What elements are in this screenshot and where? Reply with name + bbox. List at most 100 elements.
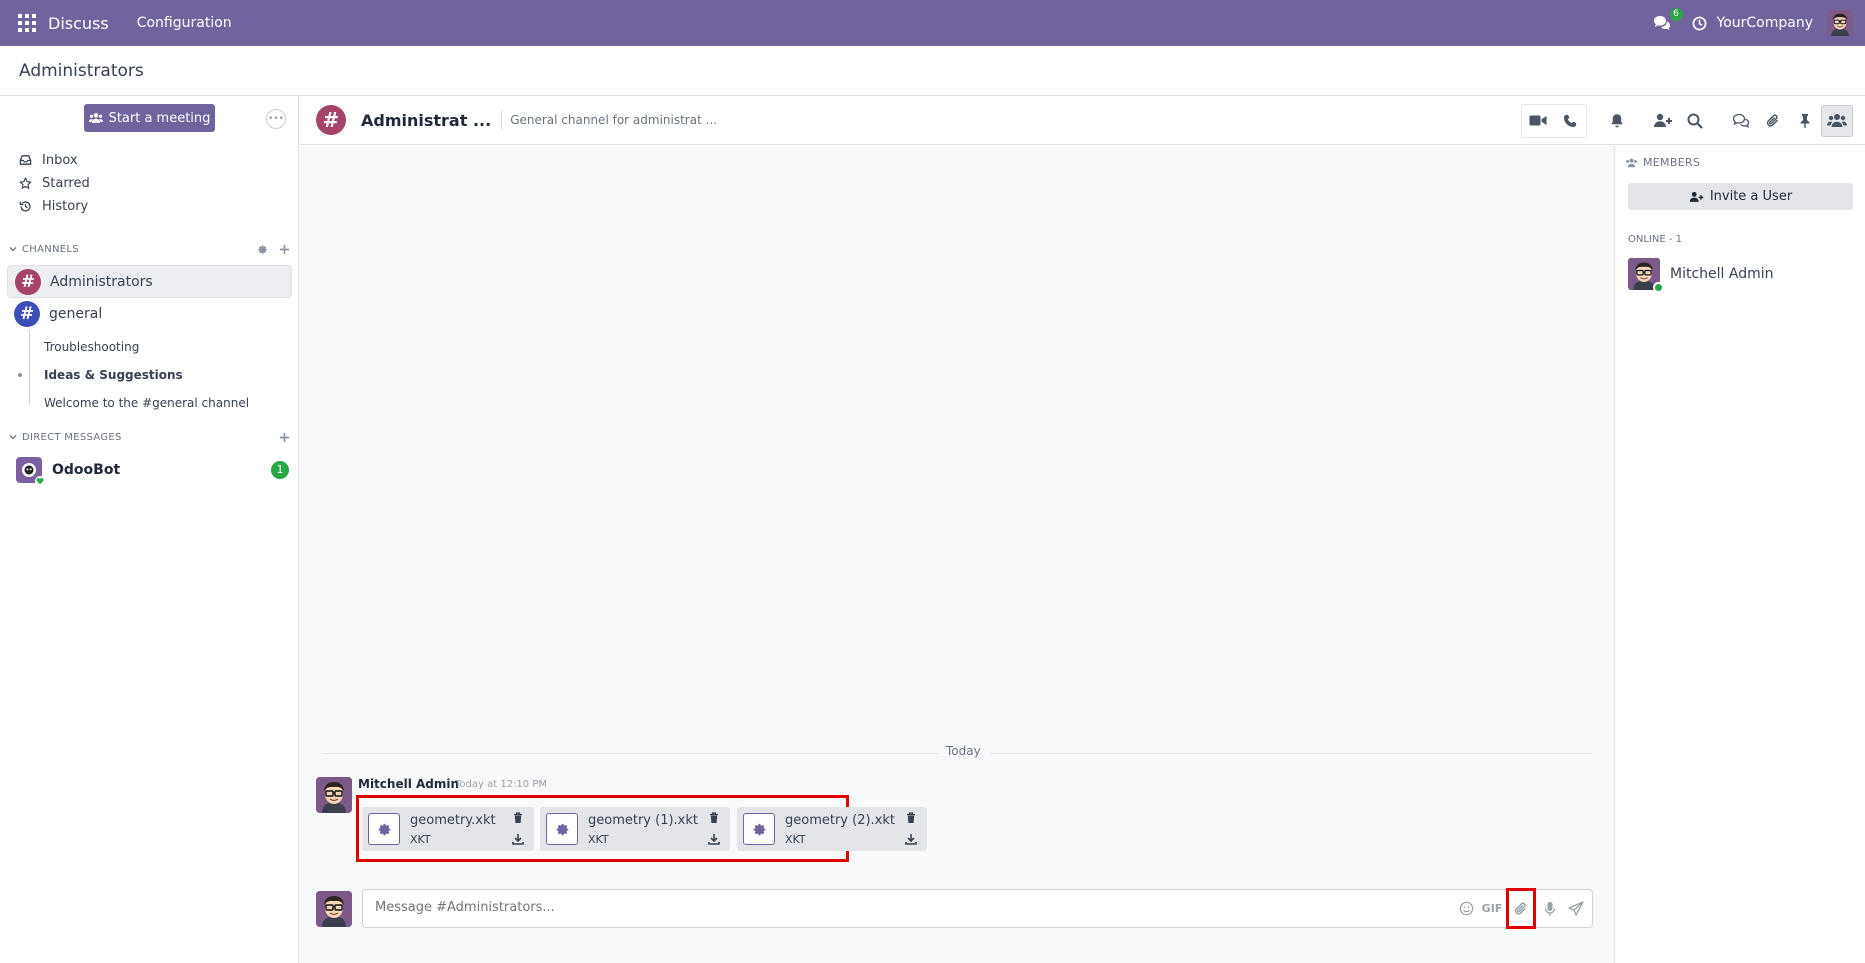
attachment-card[interactable]: geometry (2).xkt XKT [737, 807, 927, 851]
message-date: Today at 12:10 PM [455, 779, 547, 790]
odoobot-avatar [16, 456, 45, 486]
composer-avatar [316, 891, 352, 927]
thread-header: # Administrat ... General channel for ad… [300, 96, 1865, 145]
attachment-name: geometry.xkt [410, 813, 496, 828]
delete-trash-icon[interactable] [511, 811, 525, 825]
mailbox-starred[interactable]: Starred [18, 172, 90, 194]
users-icon [1626, 158, 1637, 167]
chat-bubbles-icon [1653, 16, 1670, 30]
member-panel: MEMBERS Invite a User ONLINE - 1 Mitchel… [1614, 146, 1865, 963]
attachment-card[interactable]: geometry (1).xkt XKT [540, 807, 730, 851]
channels-category[interactable]: CHANNELS [8, 240, 291, 258]
messaging-menu[interactable]: 6 [1649, 8, 1683, 36]
dm-header-label: DIRECT MESSAGES [22, 431, 122, 443]
dm-odoobot[interactable]: OdooBot 1 [7, 453, 292, 486]
mailbox-inbox[interactable]: Inbox [18, 149, 78, 171]
dm-unread-badge: 1 [271, 460, 289, 479]
attachment-ext: XKT [785, 833, 806, 846]
file-gear-icon [368, 813, 400, 845]
download-icon[interactable] [904, 832, 918, 846]
history-icon [18, 199, 32, 213]
dm-category[interactable]: DIRECT MESSAGES [8, 428, 291, 446]
sub-thread-welcome[interactable]: Welcome to the #general channel [44, 393, 249, 413]
company-switcher[interactable]: YourCompany [1717, 15, 1814, 31]
channel-administrators[interactable]: # Administrators [7, 265, 292, 298]
download-icon[interactable] [511, 832, 525, 846]
attachment-list-highlight: geometry.xkt XKT geometry (1).xkt XKT ge… [356, 795, 927, 862]
breadcrumb: Administrators [19, 60, 144, 81]
phone-call-icon[interactable] [1554, 105, 1586, 137]
unread-dot [18, 373, 22, 377]
attachment-ext: XKT [410, 833, 431, 846]
members-panel-icon[interactable] [1821, 104, 1853, 137]
app-name[interactable]: Discuss [48, 14, 109, 33]
pin-icon[interactable] [1789, 105, 1821, 137]
mailbox-history[interactable]: History [18, 195, 88, 217]
emoji-smile-icon[interactable] [1454, 896, 1478, 922]
message-author[interactable]: Mitchell Admin [358, 777, 459, 791]
video-call-icon[interactable] [1522, 105, 1554, 137]
channel-label: general [49, 305, 103, 322]
delete-trash-icon[interactable] [707, 811, 721, 825]
thread-title[interactable]: Administrat ... [361, 111, 491, 130]
menu-configuration[interactable]: Configuration [137, 15, 232, 31]
member-row[interactable]: Mitchell Admin [1628, 257, 1853, 293]
top-navbar: Discuss Configuration 6 YourCompany [0, 0, 1865, 46]
members-header-label: MEMBERS [1643, 156, 1701, 169]
attachment-name: geometry (1).xkt [588, 813, 698, 828]
attachment-ext: XKT [588, 833, 609, 846]
inbox-icon [18, 153, 32, 167]
author-avatar[interactable] [316, 777, 352, 813]
thread-tree-line [29, 330, 30, 404]
channel-hash-icon: # [316, 105, 346, 135]
user-plus-icon [1689, 191, 1704, 202]
chevron-down-icon [9, 435, 17, 440]
threads-icon[interactable] [1725, 105, 1757, 137]
notification-actions [1601, 103, 1633, 138]
mailbox-label: History [42, 198, 89, 214]
sub-thread-troubleshooting[interactable]: Troubleshooting [44, 337, 139, 357]
add-users-icon[interactable] [1647, 105, 1679, 137]
invite-user-button[interactable]: Invite a User [1628, 183, 1853, 210]
members-header: MEMBERS [1625, 156, 1700, 169]
send-paper-plane-icon[interactable] [1564, 896, 1588, 922]
online-heart-icon [35, 475, 45, 486]
add-dm-plus-icon[interactable] [277, 430, 291, 444]
activity-clock-icon[interactable] [1689, 12, 1711, 34]
sub-thread-ideas[interactable]: Ideas & Suggestions [44, 365, 183, 385]
bell-icon[interactable] [1601, 105, 1633, 137]
control-panel: Administrators [0, 46, 1865, 96]
microphone-icon[interactable] [1538, 896, 1562, 922]
more-options-icon[interactable]: ••• [266, 109, 286, 129]
invite-user-label: Invite a User [1709, 189, 1793, 204]
channel-settings-gear-icon[interactable] [255, 242, 269, 256]
gif-button[interactable]: GIF [1480, 896, 1504, 922]
member-name: Mitchell Admin [1670, 266, 1774, 282]
download-icon[interactable] [707, 832, 721, 846]
attachments-paperclip-icon[interactable] [1757, 105, 1789, 137]
header-divider [501, 110, 503, 130]
unread-badge: 6 [1669, 8, 1683, 21]
delete-trash-icon[interactable] [904, 811, 918, 825]
chevron-down-icon [9, 247, 17, 252]
search-icon[interactable] [1679, 105, 1711, 137]
attachment-name: geometry (2).xkt [785, 813, 895, 828]
add-channel-plus-icon[interactable] [277, 242, 291, 256]
users-icon [88, 113, 103, 123]
thread-description[interactable]: General channel for administrat ... [510, 113, 717, 127]
day-separator-label: Today [938, 744, 989, 758]
channel-general[interactable]: # general [7, 297, 292, 330]
channel-hash-icon: # [15, 268, 41, 295]
file-gear-icon [546, 813, 578, 845]
user-avatar[interactable] [1827, 10, 1853, 36]
attach-file-paperclip-icon[interactable] [1506, 888, 1536, 929]
start-meeting-button[interactable]: Start a meeting [84, 104, 215, 132]
channels-header-label: CHANNELS [22, 243, 79, 255]
online-count-label: ONLINE - 1 [1628, 234, 1682, 245]
mailbox-label: Starred [42, 175, 90, 191]
attachment-card[interactable]: geometry.xkt XKT [362, 807, 534, 851]
message-composer: GIF [362, 888, 1593, 929]
apps-menu-icon[interactable] [14, 10, 40, 36]
message-input[interactable] [375, 900, 1435, 915]
star-icon [18, 176, 32, 190]
